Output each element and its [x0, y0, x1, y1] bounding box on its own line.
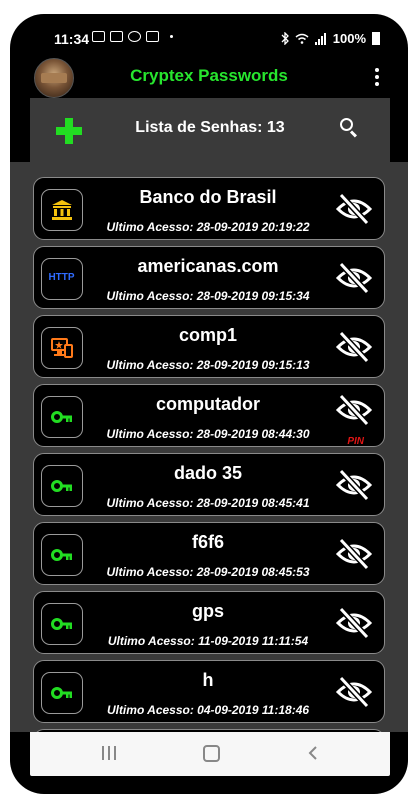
show-password-icon[interactable] — [335, 606, 373, 640]
entry-last-access: Ultimo Acesso: 04-09-2019 11:18:46 — [106, 703, 310, 717]
entry-name: gps — [191, 601, 224, 621]
password-entry[interactable]: comp1 Ultimo Acesso: 28-09-2019 09:15:13 — [33, 315, 385, 378]
search-button[interactable] — [340, 118, 360, 138]
more-notifications-icon — [170, 35, 173, 38]
search-icon — [340, 118, 353, 131]
show-password-icon[interactable] — [335, 261, 373, 295]
entry-last-access: Ultimo Acesso: 28-09-2019 20:19:22 — [106, 220, 310, 234]
password-entry[interactable]: dado 35 Ultimo Acesso: 28-09-2019 08:45:4… — [33, 453, 385, 516]
key-icon — [41, 465, 83, 507]
show-password-icon[interactable] — [335, 537, 373, 571]
phone-screen: 11:34 100% Cryptex Passwords Lista de Se… — [0, 0, 418, 800]
entry-name: dado 35 — [173, 463, 243, 483]
card-icon — [146, 31, 159, 42]
entry-name: h — [202, 670, 214, 690]
notification-icons — [92, 31, 173, 42]
bank-icon — [41, 189, 83, 231]
money-icon — [128, 31, 141, 42]
status-right: 100% — [281, 31, 380, 46]
home-icon[interactable] — [203, 745, 220, 762]
entry-last-access: Ultimo Acesso: 28-09-2019 09:15:34 — [106, 289, 310, 303]
show-password-icon[interactable] — [335, 393, 373, 427]
message-icon — [92, 31, 105, 42]
key-icon — [41, 534, 83, 576]
http-icon: HTTP — [41, 258, 83, 300]
bluetooth-icon — [281, 32, 289, 45]
signal-icon — [314, 32, 326, 45]
entry-last-access: Ultimo Acesso: 11-09-2019 11:11:54 — [107, 634, 309, 648]
battery-icon — [372, 32, 380, 45]
entry-name: comp1 — [178, 325, 238, 345]
show-password-icon[interactable] — [335, 468, 373, 502]
list-title: Lista de Senhas: 13 — [135, 119, 285, 136]
password-entry[interactable]: h Ultimo Acesso: 04-09-2019 11:18:46 — [33, 660, 385, 723]
pin-badge: PIN — [347, 436, 364, 447]
show-password-icon[interactable] — [335, 675, 373, 709]
http-icon-label: HTTP — [48, 272, 75, 283]
entry-last-access: Ultimo Acesso: 28-09-2019 08:45:53 — [106, 565, 310, 579]
entry-last-access: Ultimo Acesso: 28-09-2019 08:45:41 — [106, 496, 310, 510]
wifi-icon — [295, 33, 309, 44]
password-entry[interactable]: HTTP americanas.com Ultimo Acesso: 28-09-2… — [33, 246, 385, 309]
status-time: 11:34 — [54, 31, 90, 47]
key-icon — [41, 672, 83, 714]
entry-last-access: Ultimo Acesso: 28-09-2019 09:15:13 — [106, 358, 310, 372]
list-toolbar: Lista de Senhas: 13 — [30, 98, 390, 162]
entry-name: f6f6 — [191, 532, 224, 552]
battery-level: 100% — [332, 31, 366, 46]
mail-icon — [110, 31, 123, 42]
devices-icon — [41, 327, 83, 369]
show-password-icon[interactable] — [335, 330, 373, 364]
password-entry[interactable]: computador Ultimo Acesso: 28-09-2019 08:4… — [33, 384, 385, 447]
password-entry[interactable]: f6f6 Ultimo Acesso: 28-09-2019 08:45:53 — [33, 522, 385, 585]
entry-name: americanas.com — [137, 256, 279, 276]
overflow-menu-icon[interactable] — [374, 68, 380, 86]
app-bar: Cryptex Passwords — [10, 58, 408, 98]
password-entry[interactable]: gps Ultimo Acesso: 11-09-2019 11:11:54 — [33, 591, 385, 654]
key-icon — [41, 603, 83, 645]
entry-last-access: Ultimo Acesso: 28-09-2019 08:44:30 — [106, 427, 310, 441]
device-frame: 11:34 100% Cryptex Passwords Lista de Se… — [10, 14, 408, 794]
status-bar: 11:34 100% — [10, 14, 408, 58]
system-navigation-bar — [30, 732, 390, 776]
key-icon — [41, 396, 83, 438]
back-icon[interactable] — [307, 746, 321, 760]
password-list[interactable]: Banco do Brasil Ultimo Acesso: 28-09-2019… — [10, 162, 408, 732]
show-password-icon[interactable] — [335, 192, 373, 226]
password-entry[interactable]: Banco do Brasil Ultimo Acesso: 28-09-2019… — [33, 177, 385, 240]
app-title: Cryptex Passwords — [130, 66, 288, 85]
entry-name: computador — [155, 394, 260, 414]
recent-apps-icon[interactable] — [102, 746, 116, 760]
entry-name: Banco do Brasil — [139, 187, 277, 207]
